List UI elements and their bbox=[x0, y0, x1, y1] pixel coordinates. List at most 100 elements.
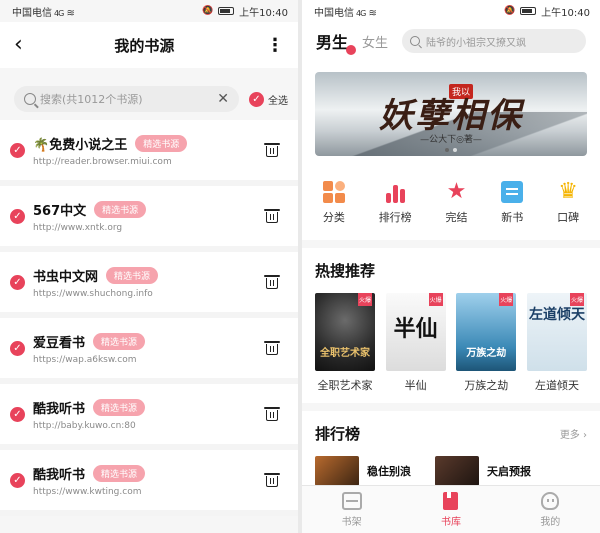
book-card[interactable]: 火爆 万族之劫 万族之劫 bbox=[456, 293, 517, 393]
nav-category-label: 分类 bbox=[322, 211, 345, 224]
signal-icon: 4G bbox=[54, 8, 64, 18]
carrier-label: 中国电信 bbox=[12, 7, 52, 19]
hot-badge: 火爆 bbox=[569, 293, 584, 306]
clock: 上午10:40 bbox=[239, 7, 288, 19]
bookshelf-icon bbox=[341, 491, 362, 510]
source-url: http://www.xntk.org bbox=[33, 222, 123, 233]
tab-label: 书库 bbox=[440, 516, 461, 528]
crown-icon: ♛ bbox=[558, 179, 578, 204]
back-arrow-icon[interactable]: ‹ bbox=[14, 34, 23, 56]
bar-chart-icon bbox=[384, 181, 406, 203]
tab-bookshelf[interactable]: 书架 bbox=[341, 491, 362, 528]
book-thumb bbox=[315, 456, 359, 486]
source-url: https://wap.a6ksw.com bbox=[33, 354, 137, 365]
source-name-text: 免费小说之王 bbox=[49, 137, 128, 153]
profile-icon bbox=[541, 491, 560, 510]
book-title: 左道倾天 bbox=[534, 379, 579, 392]
source-name: 567中文 bbox=[33, 203, 87, 219]
more-link[interactable]: 更多 › bbox=[560, 426, 587, 441]
signal-icon: 4G bbox=[356, 8, 366, 18]
page-title: 我的书源 bbox=[114, 36, 175, 55]
book-search-input[interactable]: 陆爷的小祖宗又撩又飒 bbox=[402, 29, 586, 53]
nav-new[interactable]: 新书 bbox=[501, 181, 524, 225]
clock: 上午10:40 bbox=[541, 7, 590, 19]
book-icon bbox=[501, 181, 524, 203]
hot-section: 热搜推荐 火爆 全职艺术家 全职艺术家 火爆 半仙 半仙 火爆 万族之劫 万族之劫 火… bbox=[302, 248, 600, 403]
source-item[interactable]: ✓ 爱豆看书 精选书源 https://wap.a6ksw.com bbox=[0, 318, 298, 384]
source-item[interactable]: ✓ 🌴免费小说之王 精选书源 http://reader.browser.miui… bbox=[0, 120, 298, 186]
book-cover: 火爆 左道倾天 bbox=[526, 293, 587, 371]
tab-me[interactable]: 我的 bbox=[540, 491, 560, 528]
select-all-toggle[interactable]: ✓ 全选 bbox=[249, 91, 288, 107]
tab-library[interactable]: 书库 bbox=[440, 491, 461, 528]
source-item[interactable]: ✓ 书虫中文网 精选书源 https://www.shuchong.info bbox=[0, 252, 298, 318]
bookstore-header: 男生 女生 陆爷的小祖宗又撩又飒 bbox=[302, 22, 600, 60]
source-item[interactable]: ✓ 酷我听书 精选书源 https://www.kwting.com bbox=[0, 450, 298, 516]
battery-icon bbox=[520, 7, 537, 15]
nav-finished-label: 完结 bbox=[445, 211, 468, 224]
nav-finished[interactable]: ★ 完结 bbox=[445, 181, 467, 225]
trash-icon[interactable] bbox=[264, 143, 280, 157]
bottom-tabbar: 书架 书库 我的 bbox=[302, 485, 600, 533]
nav-reputation[interactable]: ♛ 口碑 bbox=[557, 181, 579, 225]
source-url: https://www.kwting.com bbox=[33, 486, 142, 497]
tab-male[interactable]: 男生 bbox=[316, 29, 357, 55]
banner-subtitle: —公大下◎著— bbox=[420, 135, 482, 145]
more-menu-icon[interactable]: ⋮ bbox=[266, 35, 284, 56]
bookstore-screen: 中国电信 4G ≋ 🔕 上午10:40 男生 女生 陆爷的小祖宗又撩又飒 我以 妖… bbox=[302, 0, 600, 533]
clear-icon[interactable]: ✕ bbox=[217, 91, 229, 107]
source-list: ✓ 🌴免费小说之王 精选书源 http://reader.browser.miui… bbox=[0, 120, 298, 516]
source-name: 🌴免费小说之王 bbox=[33, 134, 127, 153]
library-icon bbox=[443, 491, 459, 510]
category-nav: 分类 排行榜 ★ 完结 新书 ♛ 口碑 bbox=[302, 166, 600, 240]
trash-icon[interactable] bbox=[264, 407, 280, 421]
book-cover: 火爆 全职艺术家 bbox=[315, 293, 375, 371]
status-bar: 中国电信 4G ≋ 🔕 上午10:40 bbox=[0, 0, 298, 22]
promo-banner[interactable]: 我以 妖孽相保 —公大下◎著— bbox=[315, 72, 587, 156]
nav-ranking[interactable]: 排行榜 bbox=[379, 181, 412, 225]
cover-text: 半仙 bbox=[393, 316, 438, 342]
source-check-icon[interactable]: ✓ bbox=[10, 406, 25, 422]
source-check-icon[interactable]: ✓ bbox=[10, 142, 25, 158]
hot-badge: 火爆 bbox=[428, 293, 443, 306]
source-name: 爱豆看书 bbox=[33, 335, 86, 351]
trash-icon[interactable] bbox=[264, 473, 280, 487]
book-card[interactable]: 火爆 左道倾天 左道倾天 bbox=[526, 293, 587, 393]
book-card[interactable]: 火爆半仙 半仙 bbox=[385, 293, 446, 393]
hot-badge: 火爆 bbox=[499, 293, 514, 306]
featured-tag: 精选书源 bbox=[93, 464, 146, 482]
ranking-item[interactable]: 天启预报 bbox=[435, 456, 531, 486]
featured-tag: 精选书源 bbox=[94, 200, 147, 218]
mute-icon: 🔕 bbox=[201, 6, 214, 16]
book-cover: 火爆 万族之劫 bbox=[456, 293, 517, 371]
source-check-icon[interactable]: ✓ bbox=[10, 340, 25, 356]
battery-icon bbox=[218, 7, 235, 15]
search-placeholder: 搜索(共1012个书源) bbox=[40, 93, 143, 106]
search-row: 搜索(共1012个书源) ✕ ✓ 全选 bbox=[0, 68, 298, 120]
trash-icon[interactable] bbox=[264, 341, 280, 355]
trash-icon[interactable] bbox=[264, 275, 280, 289]
source-name: 书虫中文网 bbox=[33, 269, 99, 285]
source-url: https://www.shuchong.info bbox=[33, 288, 153, 299]
book-card[interactable]: 火爆 全职艺术家 全职艺术家 bbox=[315, 293, 375, 393]
nav-category[interactable]: 分类 bbox=[322, 181, 345, 225]
star-icon: ★ bbox=[446, 179, 467, 204]
book-cover: 火爆半仙 bbox=[385, 293, 446, 371]
search-icon bbox=[24, 93, 36, 105]
book-title: 半仙 bbox=[404, 379, 427, 392]
source-check-icon[interactable]: ✓ bbox=[10, 208, 25, 224]
source-search-input[interactable]: 搜索(共1012个书源) ✕ bbox=[14, 86, 239, 112]
nav-reputation-label: 口碑 bbox=[557, 211, 580, 224]
select-all-label: 全选 bbox=[268, 95, 288, 107]
source-item[interactable]: ✓ 酷我听书 精选书源 http://baby.kuwo.cn:80 bbox=[0, 384, 298, 450]
source-check-icon[interactable]: ✓ bbox=[10, 472, 25, 488]
book-title: 万族之劫 bbox=[464, 379, 509, 392]
trash-icon[interactable] bbox=[264, 209, 280, 223]
palm-tree-icon: 🌴 bbox=[33, 137, 50, 153]
tab-label: 书架 bbox=[341, 516, 362, 528]
ranking-item[interactable]: 稳住别浪 bbox=[315, 456, 411, 486]
source-item[interactable]: ✓ 567中文 精选书源 http://www.xntk.org bbox=[0, 186, 298, 252]
source-check-icon[interactable]: ✓ bbox=[10, 274, 25, 290]
nav-ranking-label: 排行榜 bbox=[378, 211, 412, 224]
tab-female[interactable]: 女生 bbox=[362, 32, 388, 51]
